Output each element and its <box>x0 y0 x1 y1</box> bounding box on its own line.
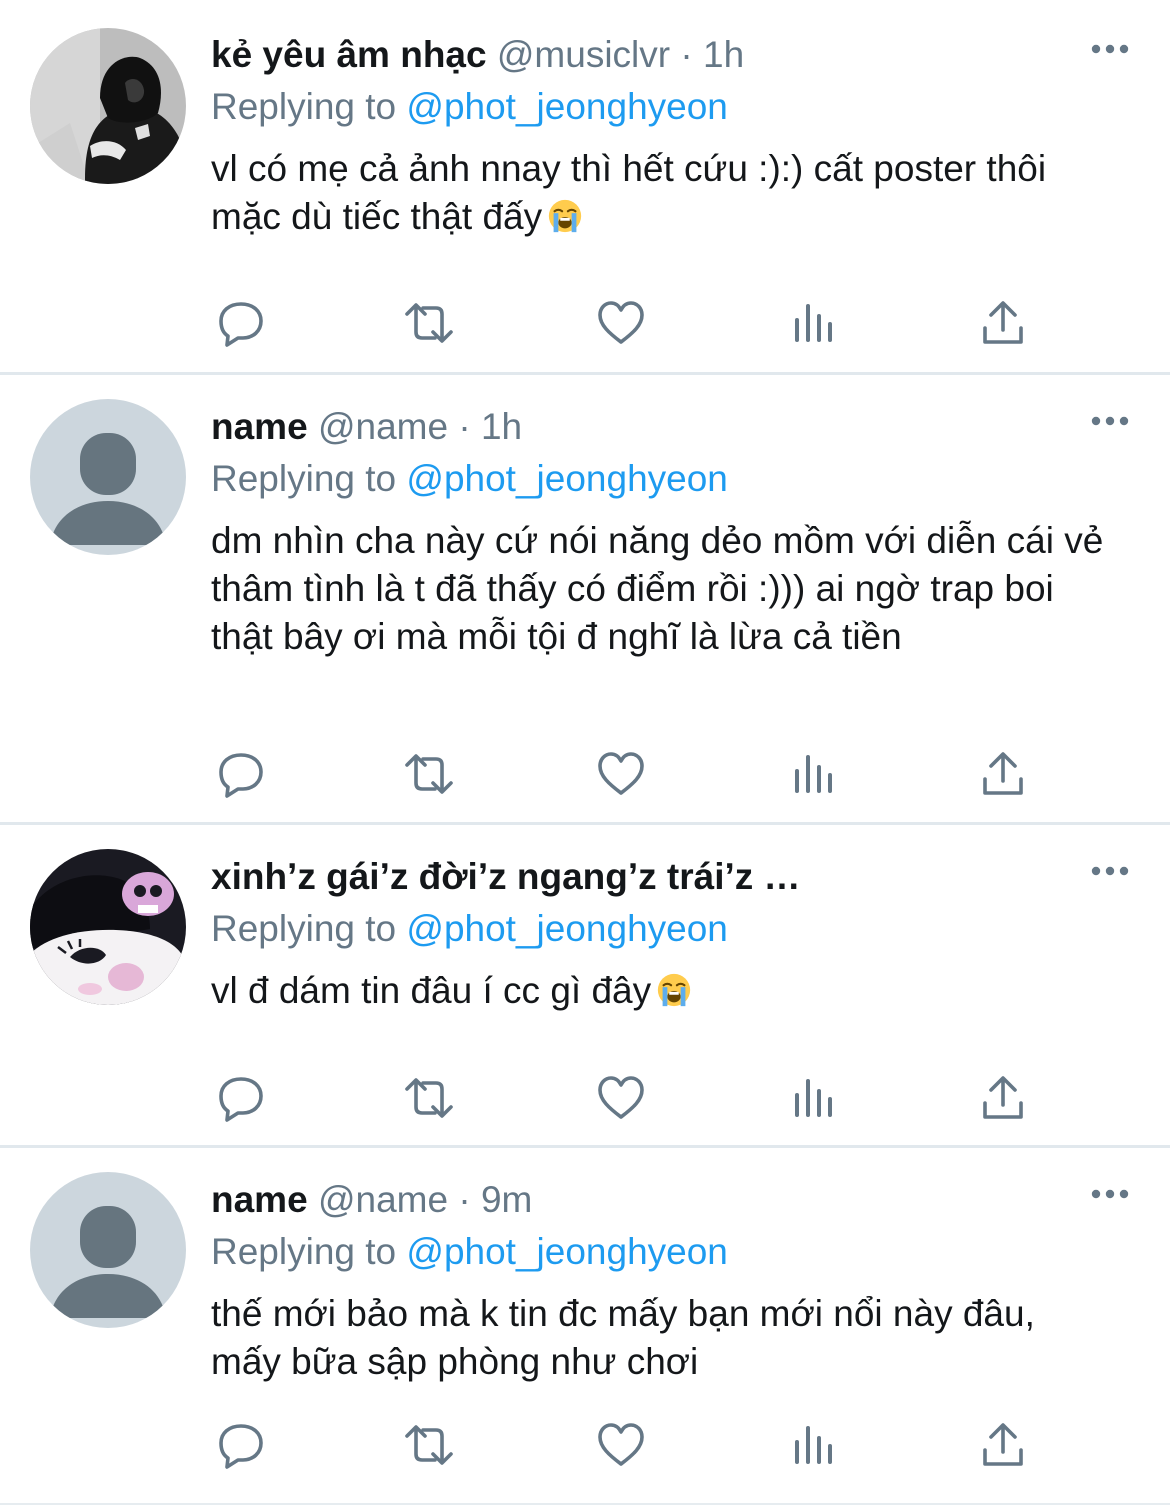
share-icon[interactable] <box>977 1073 1029 1123</box>
like-icon[interactable] <box>595 1420 647 1470</box>
analytics-icon[interactable] <box>789 298 841 348</box>
tweet-actions <box>211 1420 1041 1470</box>
display-name[interactable]: kẻ yêu âm nhạc <box>211 34 487 75</box>
divider <box>0 822 1170 825</box>
tweet-header: name @name · 1h <box>211 405 1130 449</box>
tweet-text: thế mới bảo mà k tin đc mấy bạn mới nổi … <box>211 1290 1091 1386</box>
display-name[interactable]: name <box>211 406 308 447</box>
analytics-icon[interactable] <box>789 1420 841 1470</box>
display-name[interactable]: name <box>211 1179 308 1220</box>
replying-to-label: Replying to <box>211 1231 397 1272</box>
tweet-text: dm nhìn cha này cứ nói năng dẻo mồm với … <box>211 517 1111 661</box>
reply-icon[interactable] <box>215 1073 267 1123</box>
replying-to-label: Replying to <box>211 908 397 949</box>
tweet-text-body: vl đ dám tin đâu í cc gì đây <box>211 970 652 1011</box>
display-name[interactable]: xinh’z gái’z đời’z ngang’z trái’z … <box>211 856 801 897</box>
separator-dot: · <box>680 34 693 75</box>
replying-to: Replying to @phot_jeonghyeon <box>211 457 1130 501</box>
default-avatar-icon <box>30 399 186 555</box>
separator-dot: · <box>458 406 471 447</box>
more-options-icon[interactable] <box>1090 865 1130 877</box>
tweet-content: xinh’z gái’z đời’z ngang’z trái’z … Repl… <box>211 855 1130 1015</box>
share-icon[interactable] <box>977 1420 1029 1470</box>
tweet-actions <box>211 1073 1041 1123</box>
reply-icon[interactable] <box>215 749 267 799</box>
more-options-icon[interactable] <box>1090 43 1130 55</box>
user-handle[interactable]: @musiclvr <box>497 34 670 75</box>
replying-to: Replying to @phot_jeonghyeon <box>211 907 1130 951</box>
tweet-header: name @name · 9m <box>211 1178 1130 1222</box>
timestamp[interactable]: 1h <box>481 406 522 447</box>
tweet-header: kẻ yêu âm nhạc @musiclvr · 1h <box>211 33 1130 77</box>
tweet-text: vl có mẹ cả ảnh nnay thì hết cứu :):) cấ… <box>211 145 1091 241</box>
analytics-icon[interactable] <box>789 1073 841 1123</box>
tweet-text-body: vl có mẹ cả ảnh nnay thì hết cứu :):) cấ… <box>211 148 1047 237</box>
reply-icon[interactable] <box>215 298 267 348</box>
tweet-header: xinh’z gái’z đời’z ngang’z trái’z … <box>211 855 1130 899</box>
like-icon[interactable] <box>595 298 647 348</box>
retweet-icon[interactable] <box>399 1420 459 1470</box>
tweet-actions <box>211 749 1041 799</box>
like-icon[interactable] <box>595 749 647 799</box>
avatar[interactable] <box>30 28 186 184</box>
more-options-icon[interactable] <box>1090 1188 1130 1200</box>
tweet-text-body: dm nhìn cha này cứ nói năng dẻo mồm với … <box>211 520 1104 657</box>
mention-link[interactable]: @phot_jeonghyeon <box>406 1231 728 1272</box>
share-icon[interactable] <box>977 298 1029 348</box>
loudly-crying-face-icon <box>655 971 693 1009</box>
timestamp[interactable]: 1h <box>703 34 744 75</box>
like-icon[interactable] <box>595 1073 647 1123</box>
avatar[interactable] <box>30 1172 186 1328</box>
tweet-content: name @name · 1h Replying to @phot_jeongh… <box>211 405 1130 661</box>
avatar[interactable] <box>30 849 186 1005</box>
timestamp[interactable]: 9m <box>481 1179 532 1220</box>
divider <box>0 372 1170 375</box>
separator-dot: · <box>458 1179 471 1220</box>
replying-to-label: Replying to <box>211 86 397 127</box>
tweet-text: vl đ dám tin đâu í cc gì đây <box>211 967 1111 1015</box>
mention-link[interactable]: @phot_jeonghyeon <box>406 908 728 949</box>
retweet-icon[interactable] <box>399 749 459 799</box>
replying-to: Replying to @phot_jeonghyeon <box>211 1230 1130 1274</box>
reply-icon[interactable] <box>215 1420 267 1470</box>
tweet-content: kẻ yêu âm nhạc @musiclvr · 1h Replying t… <box>211 33 1130 241</box>
default-avatar-icon <box>30 1172 186 1328</box>
tweet-content: name @name · 9m Replying to @phot_jeongh… <box>211 1178 1130 1386</box>
user-handle[interactable]: @name <box>318 1179 448 1220</box>
retweet-icon[interactable] <box>399 1073 459 1123</box>
tweet-text-body: thế mới bảo mà k tin đc mấy bạn mới nổi … <box>211 1293 1035 1382</box>
more-options-icon[interactable] <box>1090 415 1130 427</box>
retweet-icon[interactable] <box>399 298 459 348</box>
replying-to-label: Replying to <box>211 458 397 499</box>
avatar[interactable] <box>30 399 186 555</box>
mention-link[interactable]: @phot_jeonghyeon <box>406 86 728 127</box>
share-icon[interactable] <box>977 749 1029 799</box>
analytics-icon[interactable] <box>789 749 841 799</box>
avatar-cartoon <box>30 849 186 1005</box>
mention-link[interactable]: @phot_jeonghyeon <box>406 458 728 499</box>
replying-to: Replying to @phot_jeonghyeon <box>211 85 1130 129</box>
tweet-actions <box>211 298 1041 348</box>
user-handle[interactable]: @name <box>318 406 448 447</box>
divider <box>0 1503 1170 1505</box>
divider <box>0 1145 1170 1148</box>
avatar-photo <box>30 28 186 184</box>
loudly-crying-face-icon <box>546 197 584 235</box>
